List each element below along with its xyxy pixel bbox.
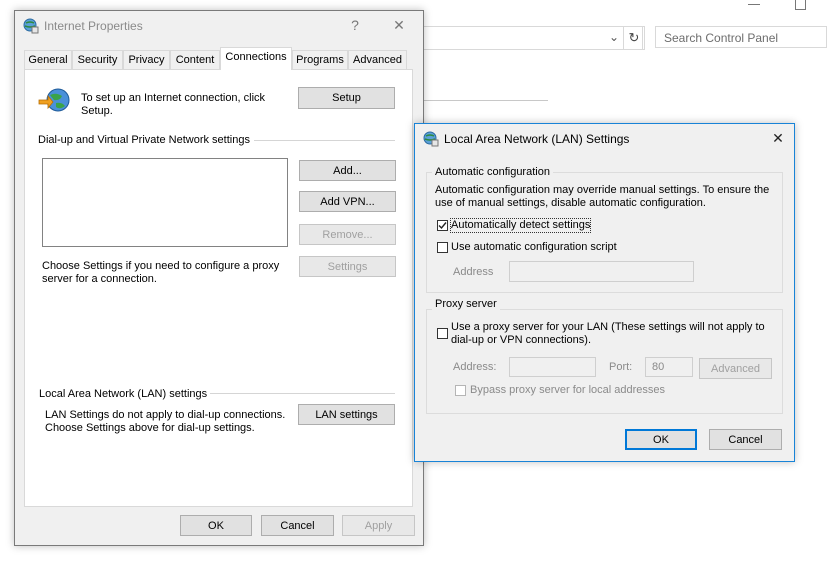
auto-config-label: Automatic configuration	[432, 166, 553, 178]
remove-button[interactable]: Remove...	[299, 224, 396, 245]
dialup-divider	[254, 140, 395, 141]
settings-button[interactable]: Settings	[299, 256, 396, 277]
dialog-title: Internet Properties	[44, 19, 143, 33]
dialup-header: Dial-up and Virtual Private Network sett…	[38, 134, 250, 146]
proxy-address-input[interactable]	[509, 357, 596, 377]
divider	[420, 100, 548, 101]
lan-settings-button[interactable]: LAN settings	[298, 404, 395, 425]
add-button[interactable]: Add...	[299, 160, 396, 181]
tab-programs[interactable]: Programs	[292, 50, 348, 69]
ok-button[interactable]: OK	[180, 515, 252, 536]
lan-cancel-button[interactable]: Cancel	[709, 429, 782, 450]
lan-header: Local Area Network (LAN) settings	[39, 388, 208, 400]
tab-general[interactable]: General	[24, 50, 72, 69]
proxy-server-label: Proxy server	[432, 298, 500, 310]
auto-detect-label[interactable]: Automatically detect settings	[449, 218, 592, 233]
tab-security[interactable]: Security	[72, 50, 123, 69]
apply-button[interactable]: Apply	[342, 515, 415, 536]
add-vpn-button[interactable]: Add VPN...	[299, 191, 396, 212]
use-proxy-checkbox[interactable]	[437, 328, 448, 339]
auto-detect-checkbox[interactable]	[437, 220, 448, 231]
globe-setup-icon	[38, 88, 70, 112]
port-input[interactable]: 80	[645, 357, 693, 377]
setup-button[interactable]: Setup	[298, 87, 395, 109]
auto-config-text: Automatic configuration may override man…	[435, 184, 770, 209]
tab-content[interactable]: Content	[170, 50, 220, 69]
address-label: Address	[453, 266, 494, 278]
chevron-down-icon[interactable]: ⌄	[606, 27, 622, 47]
bypass-label[interactable]: Bypass proxy server for local addresses	[470, 384, 665, 397]
tab-privacy[interactable]: Privacy	[123, 50, 170, 69]
use-proxy-label[interactable]: Use a proxy server for your LAN (These s…	[451, 321, 776, 347]
auto-script-checkbox[interactable]	[437, 242, 448, 253]
lan-settings-dialog: Local Area Network (LAN) Settings ✕ Auto…	[414, 123, 795, 462]
tab-advanced[interactable]: Advanced	[348, 50, 407, 69]
dialog-title: Local Area Network (LAN) Settings	[444, 132, 630, 146]
minimize-icon[interactable]	[748, 4, 760, 5]
port-label: Port:	[609, 361, 633, 373]
bypass-checkbox[interactable]	[455, 385, 466, 396]
setup-text: To set up an Internet connection, click …	[81, 92, 266, 117]
script-address-input[interactable]	[509, 261, 694, 282]
lan-divider	[210, 393, 395, 394]
close-icon[interactable]: ✕	[391, 17, 407, 34]
close-icon[interactable]: ✕	[770, 130, 786, 147]
lan-ok-button[interactable]: OK	[625, 429, 697, 450]
refresh-icon[interactable]: ↻	[623, 26, 645, 50]
proxy-address-label: Address:	[453, 361, 497, 373]
tab-connections[interactable]: Connections	[220, 47, 292, 70]
maximize-icon[interactable]	[795, 0, 806, 10]
advanced-button[interactable]: Advanced	[699, 358, 772, 379]
connections-list[interactable]	[42, 158, 288, 247]
internet-options-icon	[23, 18, 39, 34]
proxy-settings-text: Choose Settings if you need to configure…	[42, 260, 280, 285]
lan-text: LAN Settings do not apply to dial-up con…	[45, 409, 286, 434]
help-button[interactable]: ?	[348, 17, 362, 33]
internet-options-icon	[423, 131, 439, 147]
search-input[interactable]: Search Control Panel	[655, 26, 827, 48]
auto-script-label[interactable]: Use automatic configuration script	[451, 241, 617, 254]
cancel-button[interactable]: Cancel	[261, 515, 334, 536]
